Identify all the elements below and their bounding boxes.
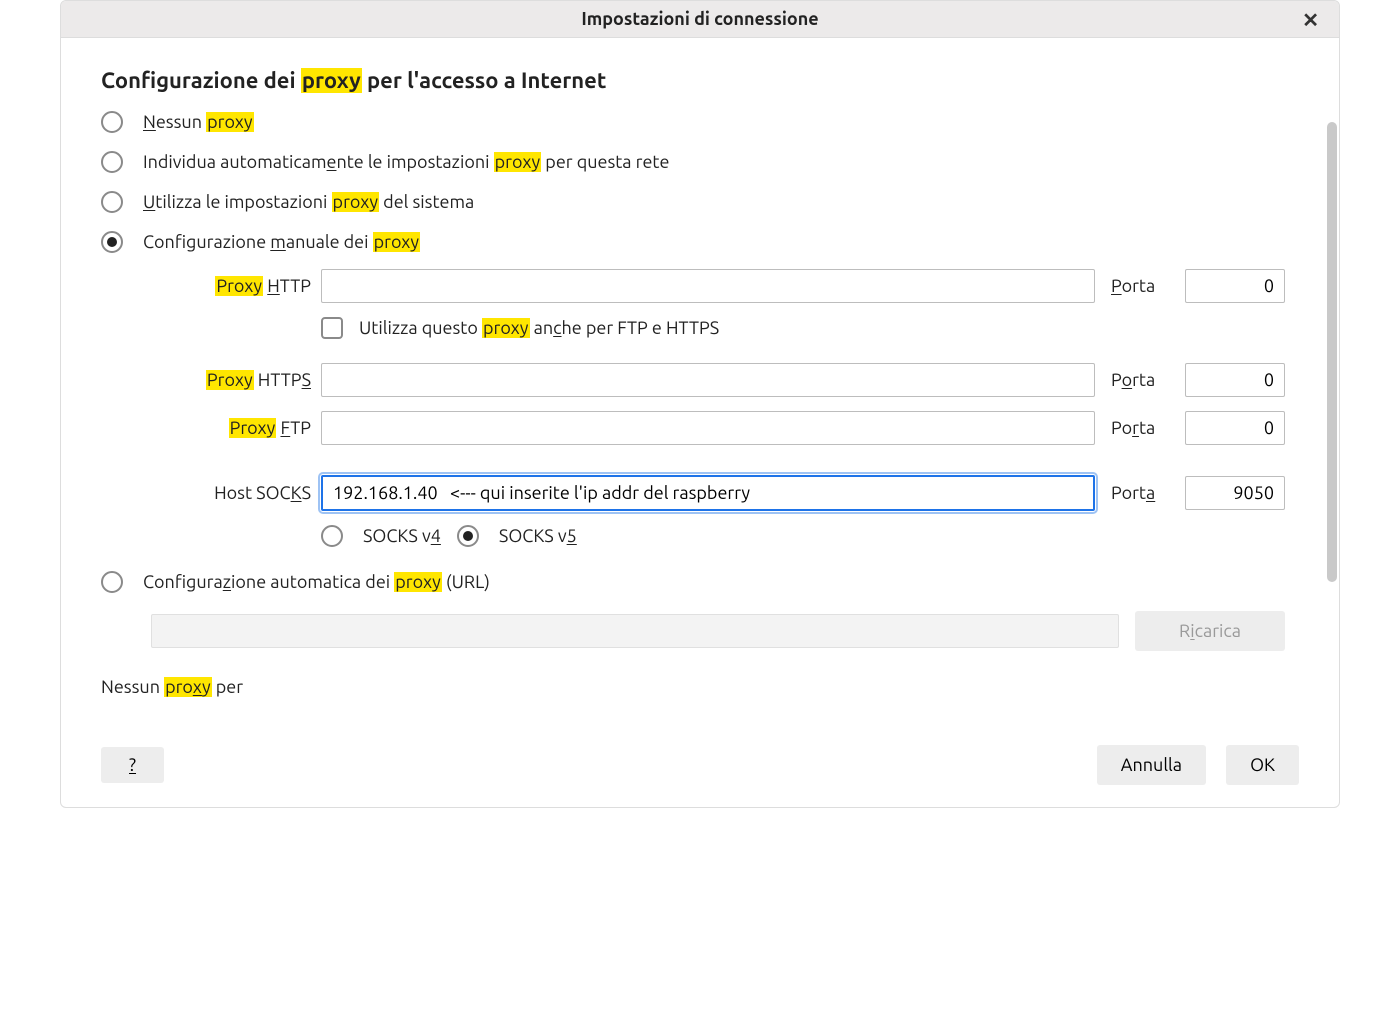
radio-system-proxy[interactable]: Utilizza le impostazioni proxy del siste…	[101, 191, 1285, 213]
use-for-all-label: Utilizza questo proxy anche per FTP e HT…	[359, 318, 719, 338]
connection-settings-dialog: Impostazioni di connessione ✕ Configuraz…	[60, 0, 1340, 808]
radio-icon	[321, 525, 343, 547]
radio-icon	[101, 111, 123, 133]
http-port-label: Porta	[1105, 276, 1175, 296]
https-proxy-input[interactable]	[321, 363, 1095, 397]
radio-label: Utilizza le impostazioni proxy del siste…	[143, 192, 474, 212]
socks-port-input[interactable]	[1185, 476, 1285, 510]
titlebar: Impostazioni di connessione ✕	[61, 1, 1339, 38]
radio-label: SOCKS v4	[363, 526, 441, 546]
radio-auto-detect[interactable]: Individua automaticamente le impostazion…	[101, 151, 1285, 173]
close-button[interactable]: ✕	[1296, 7, 1325, 34]
use-for-all-row: Utilizza questo proxy anche per FTP e HT…	[151, 317, 1285, 349]
radio-socks-v4[interactable]: SOCKS v4	[321, 525, 441, 547]
window-title: Impostazioni di connessione	[581, 9, 818, 29]
auto-url-input	[151, 614, 1119, 648]
socks-version-row: SOCKS v4 SOCKS v5	[151, 525, 1285, 557]
reload-button: Ricarica	[1135, 611, 1285, 651]
radio-icon	[101, 191, 123, 213]
radio-icon	[101, 231, 123, 253]
socks-host-input[interactable]	[321, 475, 1095, 511]
radio-label: Individua automaticamente le impostazion…	[143, 152, 669, 172]
http-port-input[interactable]	[1185, 269, 1285, 303]
ftp-port-input[interactable]	[1185, 411, 1285, 445]
dialog-footer: ? Annulla OK	[61, 731, 1339, 807]
radio-icon	[101, 571, 123, 593]
https-port-input[interactable]	[1185, 363, 1285, 397]
cancel-button[interactable]: Annulla	[1097, 745, 1206, 785]
radio-auto-url[interactable]: Configurazione automatica dei proxy (URL…	[101, 571, 1285, 593]
socks-host-label: Host SOCKS	[151, 483, 311, 503]
https-port-label: Porta	[1105, 370, 1175, 390]
radio-socks-v5[interactable]: SOCKS v5	[457, 525, 577, 547]
help-button[interactable]: ?	[101, 747, 164, 783]
radio-label: Configurazione automatica dei proxy (URL…	[143, 572, 490, 592]
radio-no-proxy[interactable]: Nessun proxy	[101, 111, 1285, 133]
socks-port-label: Porta	[1105, 483, 1175, 503]
https-proxy-row: Proxy HTTPS Porta	[151, 363, 1285, 397]
no-proxy-for-label: Nessun proxy per	[101, 677, 1285, 697]
socks-host-row: Host SOCKS Porta	[151, 475, 1285, 511]
radio-label: Nessun proxy	[143, 112, 254, 132]
ftp-proxy-label: Proxy FTP	[151, 418, 311, 438]
section-heading: Configurazione dei proxy per l'accesso a…	[101, 68, 1285, 93]
https-proxy-label: Proxy HTTPS	[151, 370, 311, 390]
radio-label: SOCKS v5	[499, 526, 577, 546]
http-proxy-row: Proxy HTTP Porta	[151, 269, 1285, 303]
manual-proxy-block: Proxy HTTP Porta Utilizza questo proxy a…	[151, 269, 1285, 557]
ok-button[interactable]: OK	[1226, 745, 1299, 785]
radio-label: Configurazione manuale dei proxy	[143, 232, 420, 252]
ftp-proxy-row: Proxy FTP Porta	[151, 411, 1285, 445]
http-proxy-input[interactable]	[321, 269, 1095, 303]
auto-url-row: Ricarica	[151, 611, 1285, 651]
radio-icon	[101, 151, 123, 173]
http-proxy-label: Proxy HTTP	[151, 276, 311, 296]
use-for-all-checkbox[interactable]	[321, 317, 343, 339]
ftp-port-label: Porta	[1105, 418, 1175, 438]
scrollbar[interactable]	[1325, 38, 1339, 731]
radio-icon	[457, 525, 479, 547]
ftp-proxy-input[interactable]	[321, 411, 1095, 445]
scrollbar-thumb[interactable]	[1327, 122, 1337, 582]
radio-manual-proxy[interactable]: Configurazione manuale dei proxy	[101, 231, 1285, 253]
dialog-content: Configurazione dei proxy per l'accesso a…	[61, 38, 1325, 731]
